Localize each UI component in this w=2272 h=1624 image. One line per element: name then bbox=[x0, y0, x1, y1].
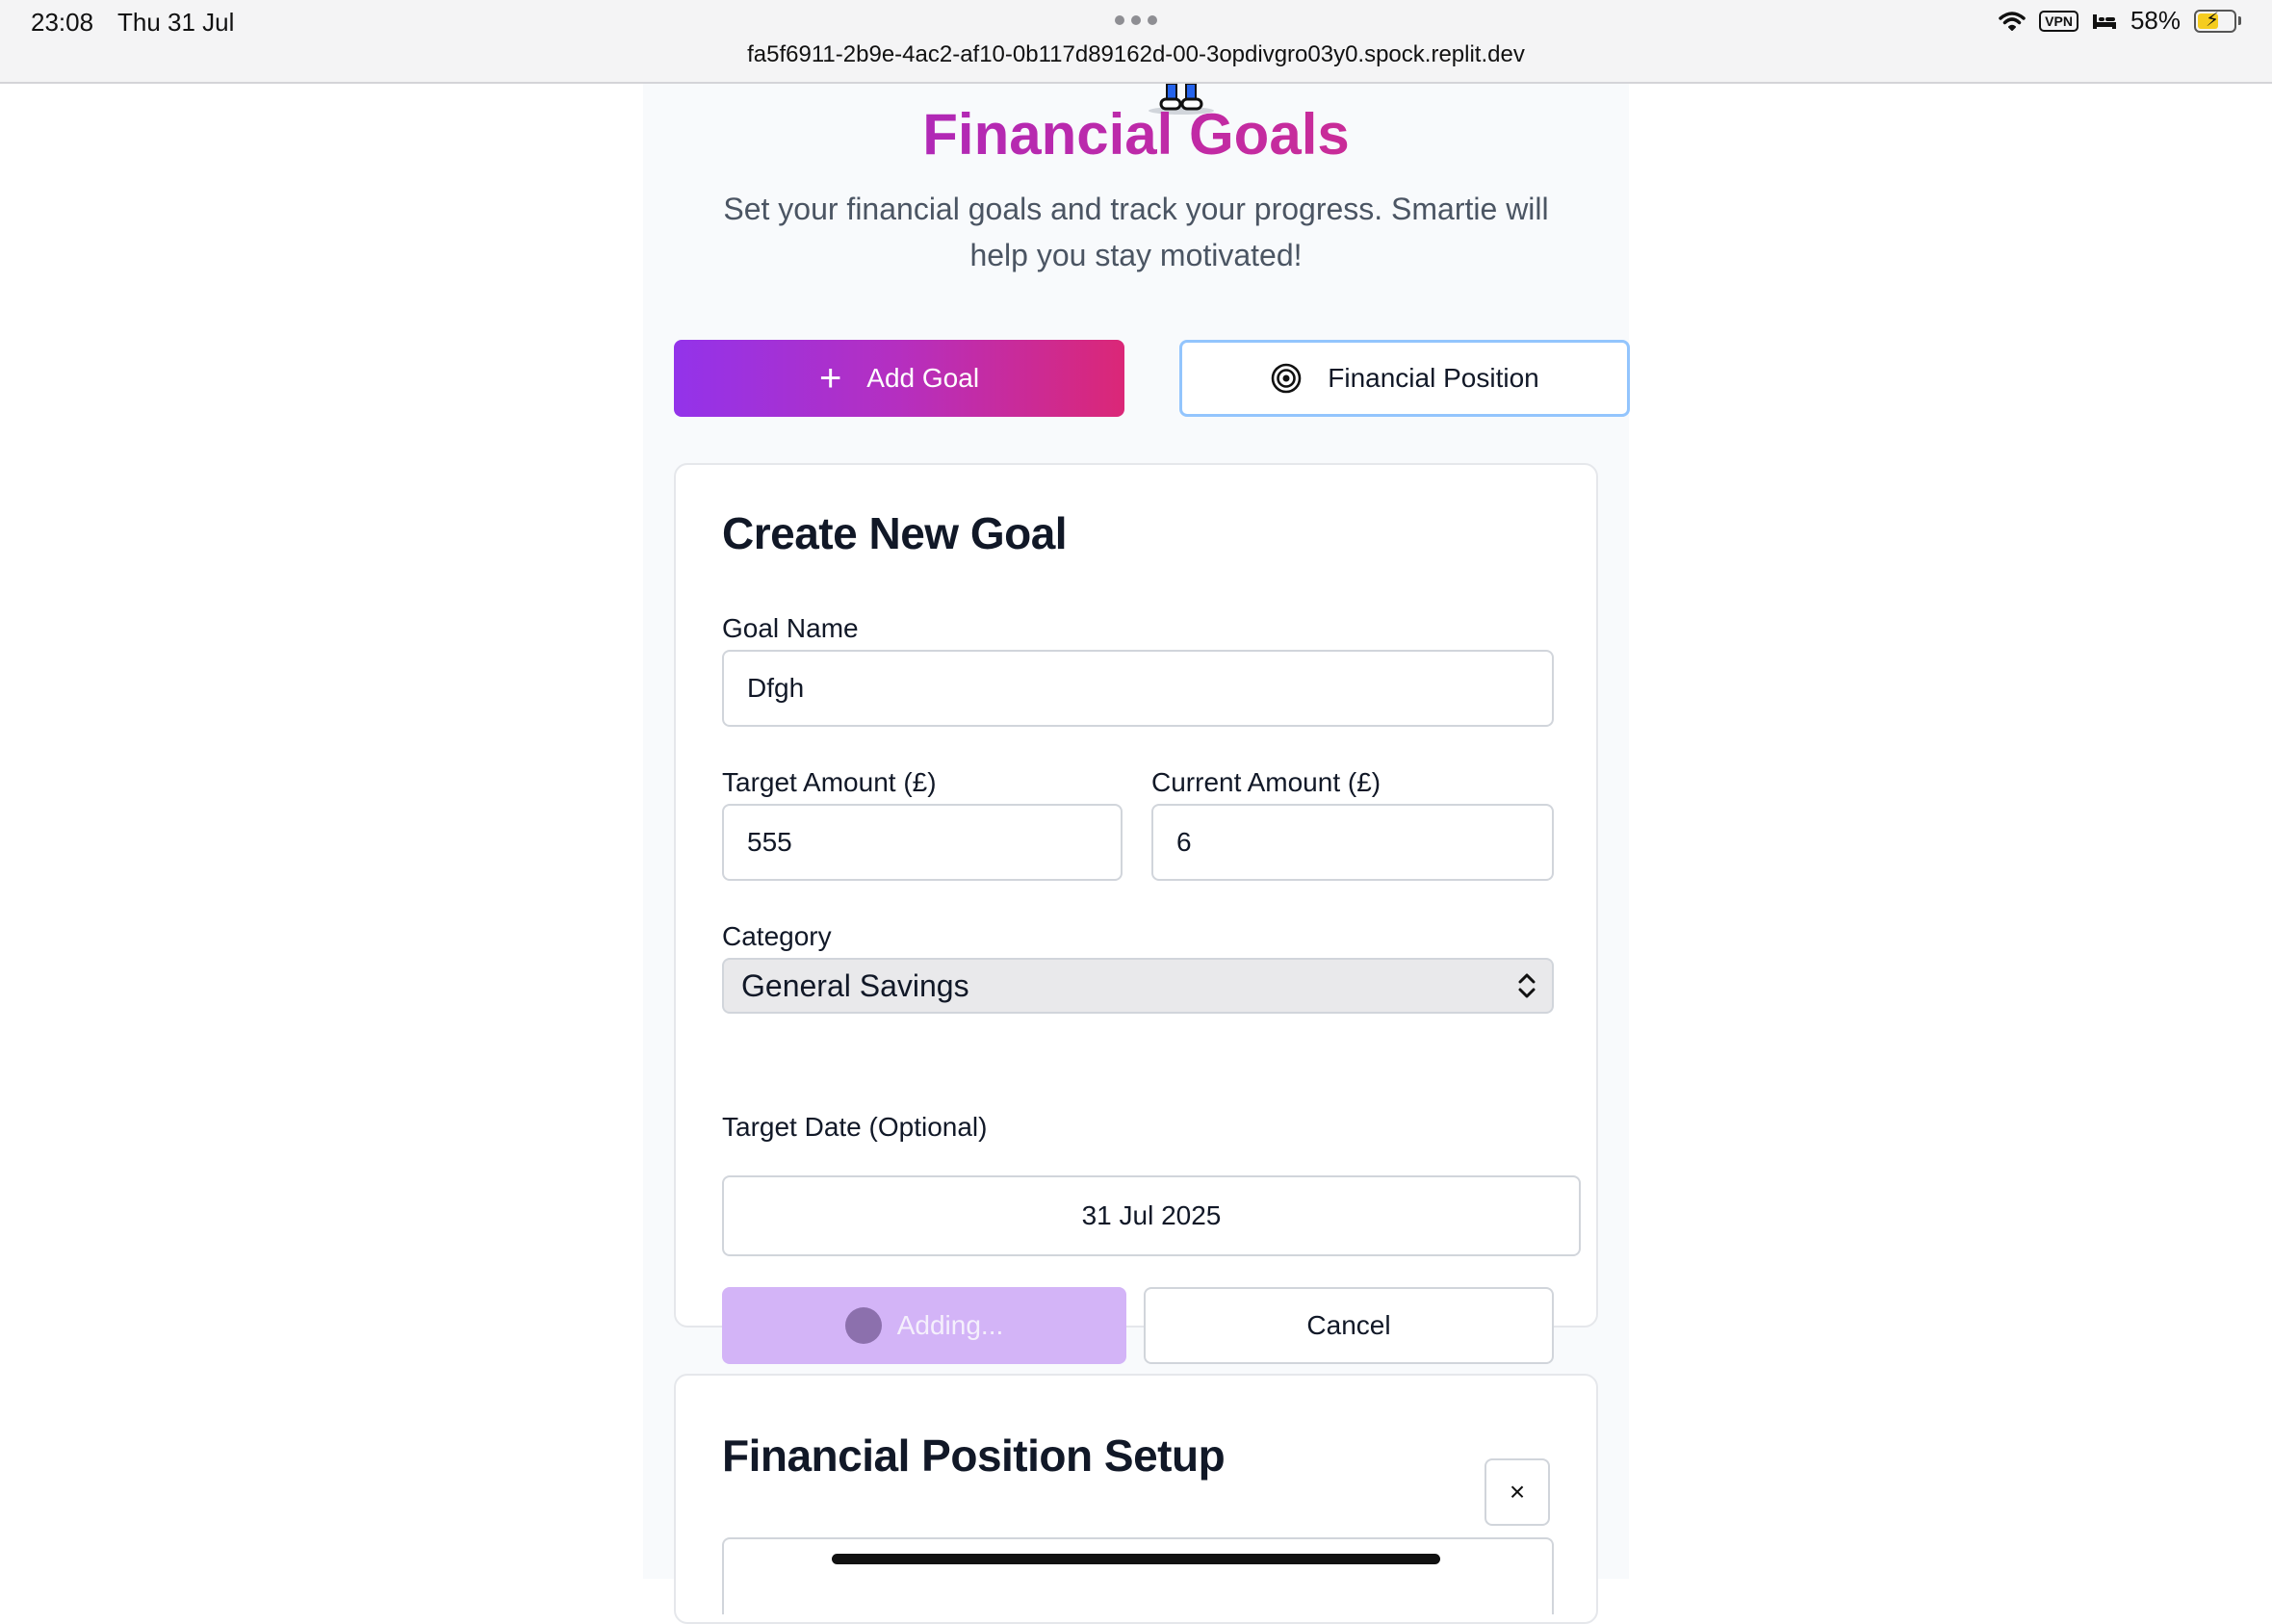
page-subtitle: Set your financial goals and track your … bbox=[723, 192, 1549, 272]
address-bar-url[interactable]: fa5f6911-2b9e-4ac2-af10-0b117d89162d-00-… bbox=[0, 41, 2272, 68]
browser-status-bar: 23:08 Thu 31 Jul fa5f6911-2b9e-4ac2-af10… bbox=[0, 0, 2272, 84]
add-goal-label: Add Goal bbox=[866, 363, 980, 393]
goal-name-input[interactable]: Dfgh bbox=[722, 650, 1554, 727]
adding-goal-button[interactable]: Adding... bbox=[722, 1287, 1126, 1364]
current-amount-label: Current Amount (£) bbox=[1151, 767, 1381, 797]
loading-spinner-icon bbox=[844, 1307, 882, 1344]
setup-content-panel bbox=[722, 1537, 1554, 1614]
category-select[interactable]: General Savings bbox=[722, 958, 1554, 1014]
wifi-icon bbox=[1999, 11, 2026, 31]
sleep-focus-icon bbox=[2092, 13, 2116, 29]
create-goal-heading: Create New Goal bbox=[722, 508, 1068, 558]
goal-name-label: Goal Name bbox=[722, 613, 859, 643]
close-icon: × bbox=[1509, 1477, 1526, 1507]
cancel-button[interactable]: Cancel bbox=[1144, 1287, 1554, 1364]
financial-position-setup-card: Financial Position Setup × bbox=[674, 1374, 1598, 1624]
close-setup-button[interactable]: × bbox=[1485, 1458, 1550, 1526]
adding-label: Adding... bbox=[896, 1310, 1004, 1340]
target-amount-label: Target Amount (£) bbox=[722, 767, 937, 797]
add-goal-button[interactable]: + Add Goal bbox=[674, 340, 1124, 417]
clock-time: 23:08 bbox=[31, 8, 94, 37]
goal-actions: + Add Goal Financial Position bbox=[674, 340, 1630, 417]
category-label: Category bbox=[722, 921, 832, 951]
system-status-icons: VPN 58% ⚡ bbox=[1999, 6, 2241, 36]
create-goal-card: Create New Goal Goal Name Dfgh Target Am… bbox=[674, 463, 1598, 1364]
financial-position-button[interactable]: Financial Position bbox=[1179, 340, 1630, 417]
chevron-up-down-icon bbox=[1518, 973, 1536, 998]
financial-position-setup-heading: Financial Position Setup bbox=[722, 1431, 1226, 1481]
vpn-badge: VPN bbox=[2039, 10, 2078, 32]
home-indicator[interactable] bbox=[832, 1554, 1440, 1564]
category-selected-value: General Savings bbox=[741, 967, 969, 1003]
clock-date: Thu 31 Jul bbox=[117, 8, 235, 37]
target-amount-input[interactable]: 555 bbox=[722, 804, 1123, 881]
target-date-label: Target Date (Optional) bbox=[722, 1112, 988, 1142]
battery-icon: ⚡ bbox=[2194, 9, 2241, 33]
page-column: Financial Goals Set your financial goals… bbox=[643, 84, 1630, 1624]
battery-percentage: 58% bbox=[2130, 6, 2181, 35]
target-date-input[interactable]: 31 Jul 2025 bbox=[722, 1175, 1581, 1256]
target-icon bbox=[1271, 363, 1302, 394]
plus-icon: + bbox=[818, 357, 842, 400]
current-amount-input[interactable]: 6 bbox=[1151, 804, 1554, 881]
page-title: Financial Goals bbox=[643, 101, 1629, 168]
financial-position-label: Financial Position bbox=[1328, 363, 1539, 393]
more-options-icon[interactable] bbox=[1115, 15, 1157, 25]
